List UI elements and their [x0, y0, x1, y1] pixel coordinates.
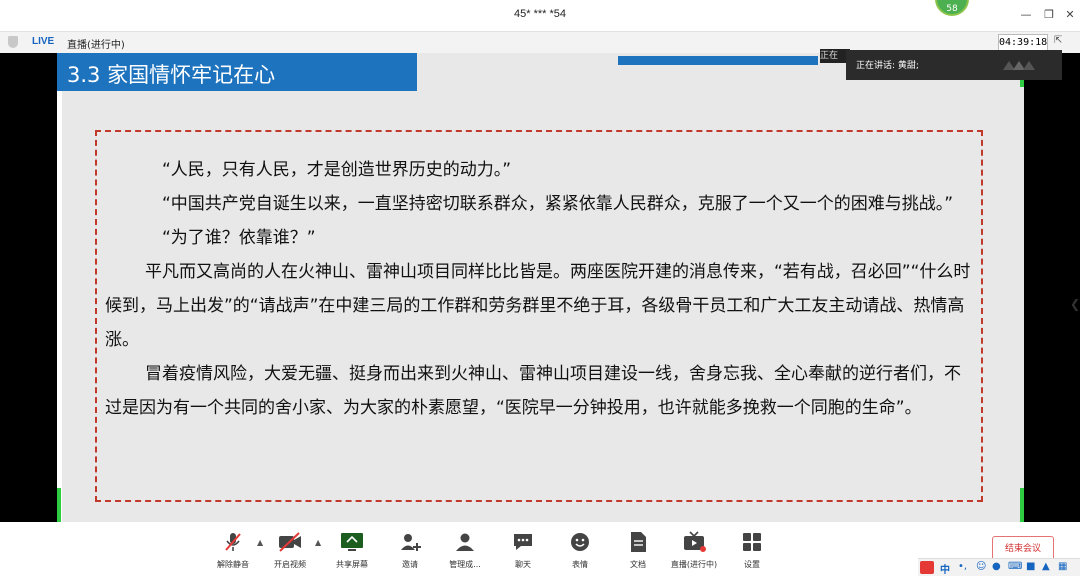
- live-status-text: 直播(进行中): [67, 40, 125, 51]
- documents-label: 文档: [630, 560, 646, 569]
- manage-members-label: 管理成...: [449, 560, 481, 569]
- presentation-slide: 3.3 家国情怀牢记在心 “人民，只有人民，才是创造世界历史的动力。” “中国共…: [57, 53, 1024, 522]
- start-video-button[interactable]: 开启视频: [262, 530, 318, 570]
- meeting-timer: 04:39:18: [998, 34, 1048, 51]
- chevron-left-icon[interactable]: ❮: [1070, 297, 1080, 311]
- share-screen-icon: [341, 533, 363, 551]
- speaker-label: 正在讲话: 黄甜;: [856, 61, 919, 71]
- expand-icon[interactable]: ⇱: [1054, 35, 1066, 47]
- punctuation-icon[interactable]: •,: [958, 561, 967, 572]
- minimize-icon[interactable]: —: [1018, 8, 1034, 21]
- shared-screen: 3.3 家国情怀牢记在心 “人民，只有人民，才是创造世界历史的动力。” “中国共…: [0, 53, 1080, 522]
- speaker-panel: 正在讲话: 黄甜;: [846, 50, 1062, 80]
- tv-live-icon: [684, 531, 706, 552]
- invite-label: 邀请: [402, 560, 418, 569]
- start-video-label: 开启视频: [274, 560, 306, 569]
- reactions-label: 表情: [572, 560, 588, 569]
- manage-members-button[interactable]: 管理成...: [437, 530, 493, 570]
- settings-button[interactable]: 设置: [724, 530, 780, 570]
- slide-paragraph: “人民，只有人民，才是创造世界历史的动力。”: [162, 160, 512, 180]
- settings-label: 设置: [744, 560, 760, 569]
- slide-paragraph: 冒着疫情风险，大爱无疆、挺身而出来到火神山、雷神山项目建设一线，舍身忘我、全心奉…: [105, 364, 961, 418]
- live-badge: LIVE: [32, 36, 55, 47]
- live-stream-label: 直播(进行中): [670, 560, 718, 569]
- slide-paragraph: 平凡而又高尚的人在火神山、雷神山项目同样比比皆是。两座医院开建的消息传来，“若有…: [105, 262, 971, 350]
- share-corner-marker: [1020, 488, 1024, 522]
- camera-off-icon: [279, 532, 301, 552]
- restore-icon[interactable]: ❐: [1041, 8, 1057, 21]
- slide-paragraph: “中国共产党自诞生以来，一直坚持密切联系群众，紧紧依靠人民群众，克服了一个又一个…: [162, 194, 954, 214]
- slide-decor-bar: [618, 56, 818, 65]
- slide-paragraph: “为了谁？依靠谁？”: [162, 228, 316, 248]
- documents-button[interactable]: 文档: [610, 530, 666, 570]
- shirt-icon[interactable]: ▲: [1042, 561, 1050, 572]
- add-user-icon: [401, 534, 421, 551]
- smiley-icon: [571, 533, 589, 551]
- chat-button[interactable]: 聊天: [495, 530, 551, 570]
- mic-muted-icon: [225, 533, 241, 551]
- skin-icon[interactable]: ■: [1026, 561, 1035, 572]
- unmute-label: 解除静音: [217, 560, 249, 569]
- share-corner-marker: [57, 488, 61, 522]
- live-stream-button[interactable]: 直播(进行中): [666, 530, 722, 570]
- toolbox-icon[interactable]: ▦: [1058, 561, 1067, 572]
- document-icon: [631, 532, 646, 552]
- ime-toolbar: 中 •, ☺ ● ⌨ ■ ▲ ▦: [918, 558, 1080, 576]
- unmute-button[interactable]: 解除静音: [205, 530, 261, 570]
- share-screen-button[interactable]: 共享屏幕: [324, 530, 380, 570]
- share-screen-label: 共享屏幕: [336, 560, 368, 569]
- chat-icon: [514, 534, 532, 550]
- voice-icon[interactable]: ●: [992, 561, 1001, 572]
- quote-frame: “人民，只有人民，才是创造世界历史的动力。” “中国共产党自诞生以来，一直坚持密…: [95, 130, 983, 502]
- slide-left-border: [57, 53, 62, 522]
- chat-label: 聊天: [515, 560, 531, 569]
- slide-body: “人民，只有人民，才是创造世界历史的动力。” “中国共产党自诞生以来，一直坚持密…: [105, 153, 975, 425]
- speaker-audio-icon: [1003, 61, 1035, 70]
- slide-header: 3.3 家国情怀牢记在心: [57, 53, 417, 91]
- title-bar: 45* *** *54 58 — ❐ ✕: [0, 0, 1080, 31]
- sogou-logo-icon[interactable]: [920, 561, 934, 574]
- grid-settings-icon: [743, 533, 761, 551]
- window-title: 45* *** *54: [514, 8, 566, 20]
- slide-title: 3.3 家国情怀牢记在心: [67, 63, 276, 87]
- close-icon[interactable]: ✕: [1062, 8, 1078, 21]
- invite-button[interactable]: 邀请: [382, 530, 438, 570]
- reactions-button[interactable]: 表情: [552, 530, 608, 570]
- keyboard-icon[interactable]: ⌨: [1008, 561, 1022, 572]
- caret-up-icon[interactable]: ▲: [315, 538, 321, 547]
- emoji-icon[interactable]: ☺: [976, 561, 986, 572]
- ime-language-indicator[interactable]: 中: [940, 561, 950, 576]
- shield-icon: [8, 36, 18, 48]
- members-icon: [456, 533, 474, 551]
